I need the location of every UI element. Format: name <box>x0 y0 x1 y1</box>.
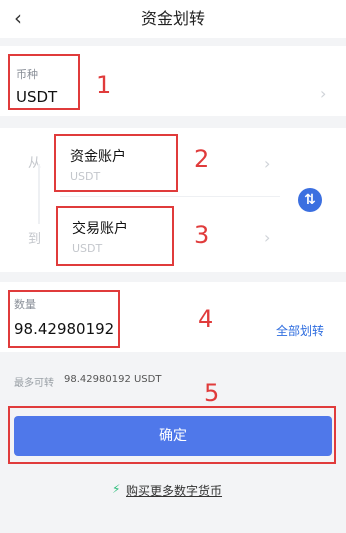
annotation-number-4: 4 <box>198 305 214 333</box>
amount-label: 数量 <box>14 298 36 311</box>
swap-icon[interactable]: ⇅ <box>298 188 322 212</box>
to-label: 到 <box>28 232 42 247</box>
from-account-sub: USDT <box>70 170 101 183</box>
chevron-right-icon: › <box>264 228 271 247</box>
from-to-connector <box>38 164 40 224</box>
chevron-right-icon: › <box>264 154 271 173</box>
page-title: 资金划转 <box>140 9 205 28</box>
lightning-icon: ⚡ <box>112 482 121 496</box>
chevron-right-icon: › <box>320 84 327 103</box>
confirm-button[interactable]: 确定 <box>14 416 332 456</box>
currency-label: 币种 <box>16 68 38 81</box>
annotation-number-1: 1 <box>96 71 112 99</box>
amount-input[interactable]: 98.42980192 <box>14 320 114 338</box>
currency-value: USDT <box>16 88 58 106</box>
to-account-sub: USDT <box>72 242 103 255</box>
max-transfer-label: 最多可转 <box>14 378 54 389</box>
annotation-number-3: 3 <box>194 221 210 249</box>
to-account-name[interactable]: 交易账户 <box>72 218 128 238</box>
transfer-all-link[interactable]: 全部划转 <box>276 322 324 339</box>
buy-more-link[interactable]: 购买更多数字货币 <box>126 482 222 499</box>
from-account-name[interactable]: 资金账户 <box>70 146 126 166</box>
max-transfer-value: 98.42980192 USDT <box>64 374 162 385</box>
divider <box>60 196 280 197</box>
annotation-number-2: 2 <box>194 145 210 173</box>
annotation-number-5: 5 <box>204 379 220 407</box>
